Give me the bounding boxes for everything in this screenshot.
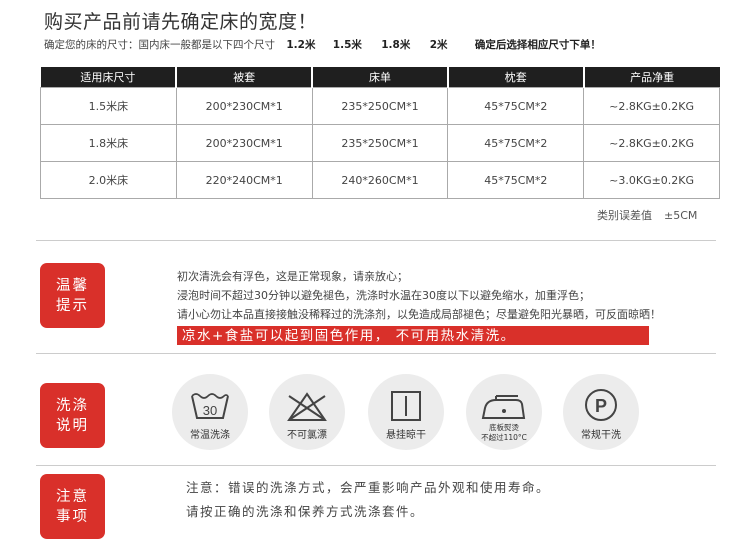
badge-line: 说明 (56, 417, 89, 434)
caution-badge: 注意 事项 (40, 474, 105, 539)
icon-label: 不超过110°C (481, 433, 527, 442)
table-cell: 2.0米床 (40, 161, 177, 199)
size-table: 适用床尺寸 被套 床单 枕套 产品净重 1.5米床 200*230CM*1 23… (40, 67, 720, 199)
table-header-cell: 被套 (175, 67, 313, 88)
table-cell: 235*250CM*1 (311, 87, 449, 125)
size-intro: 确定您的床的尺寸：国内床一般都是以下四个尺寸 1.2米 1.5米 1.8米 2米… (44, 37, 601, 52)
icon-label: 悬挂晾干 (386, 430, 426, 441)
size-option: 1.8米 (381, 39, 411, 51)
note-line: 浸泡时间不超过30分钟以避免褪色，洗涤时水温在30度以下以避免缩水，加重浮色； (177, 289, 590, 302)
size-option: 1.2米 (286, 39, 316, 51)
reminder-badge: 温馨 提示 (40, 263, 105, 328)
tolerance-value: ±5CM (664, 209, 698, 222)
tolerance-note: 类别误差值 ±5CM (597, 207, 697, 223)
hang-dry-icon: 悬挂晾干 (368, 374, 444, 450)
table-cell: 240*260CM*1 (311, 161, 449, 199)
table-cell: 220*240CM*1 (175, 161, 313, 199)
table-cell: 200*230CM*1 (175, 124, 313, 162)
table-row: 1.5米床 200*230CM*1 235*250CM*1 45*75CM*2 … (40, 87, 720, 125)
table-header-cell: 枕套 (446, 67, 584, 88)
icon-label: 常温洗涤 (190, 430, 230, 441)
table-cell: 45*75CM*2 (447, 124, 585, 162)
table-cell: 45*75CM*2 (447, 161, 585, 199)
size-option: 2米 (429, 39, 448, 51)
badge-line: 事项 (56, 508, 89, 525)
highlight-banner: 凉水+食盐可以起到固色作用， 不可用热水清洗。 (177, 326, 649, 345)
icon-label: 不可氯漂 (287, 430, 327, 441)
dry-clean-letter: P (595, 396, 607, 416)
iron-icon: 底板熨烫 不超过110°C (466, 374, 542, 450)
dry-clean-p-icon: P 常规干洗 (563, 374, 639, 450)
table-header-cell: 床单 (311, 67, 448, 88)
divider (36, 465, 716, 466)
wash-temp-text: 30 (203, 403, 217, 418)
table-cell: 200*230CM*1 (175, 87, 313, 125)
badge-line: 温馨 (56, 277, 89, 294)
size-tip: 确定后选择相应尺寸下单！ (474, 39, 601, 51)
divider (36, 353, 716, 354)
divider (36, 240, 716, 241)
badge-line: 提示 (56, 297, 89, 314)
table-cell: 45*75CM*2 (447, 87, 585, 125)
caution-text: 注意：错误的洗涤方式，会严重影响产品外观和使用寿命。 请按正确的洗涤和保养方式洗… (186, 476, 550, 524)
table-header-cell: 产品净重 (582, 67, 720, 88)
note-line: 请小心勿让本品直接接触没稀释过的洗涤剂，以免造成局部褪色；尽量避免阳光暴晒，可反… (177, 308, 661, 321)
note-line: 初次清洗会有浮色，这是正常现象，请亲放心； (177, 270, 408, 283)
table-cell: ~2.8KG±0.2KG (583, 124, 720, 162)
table-row: 2.0米床 220*240CM*1 240*260CM*1 45*75CM*2 … (40, 161, 720, 199)
table-header-cell: 适用床尺寸 (40, 67, 177, 88)
table-header-row: 适用床尺寸 被套 床单 枕套 产品净重 (40, 67, 720, 88)
no-bleach-icon: 不可氯漂 (269, 374, 345, 450)
table-cell: 1.8米床 (40, 124, 177, 162)
icon-label: 常规干洗 (581, 430, 621, 441)
caution-line: 注意：错误的洗涤方式，会严重影响产品外观和使用寿命。 (186, 480, 551, 495)
page-title: 购买产品前请先确定床的宽度！ (44, 11, 318, 33)
caution-line: 请按正确的洗涤和保养方式洗涤套件。 (186, 504, 425, 519)
wash-30-icon: 30 常温洗涤 (172, 374, 248, 450)
size-option: 1.5米 (332, 39, 362, 51)
intro-text: 确定您的床的尺寸：国内床一般都是以下四个尺寸 (44, 39, 275, 51)
care-notes: 初次清洗会有浮色，这是正常现象，请亲放心； 浸泡时间不超过30分钟以避免褪色，洗… (177, 267, 661, 324)
table-row: 1.8米床 200*230CM*1 235*250CM*1 45*75CM*2 … (40, 124, 720, 162)
table-cell: ~3.0KG±0.2KG (583, 161, 720, 199)
table-cell: 1.5米床 (40, 87, 177, 125)
badge-line: 洗涤 (56, 397, 89, 414)
badge-line: 注意 (56, 488, 89, 505)
table-cell: ~2.8KG±0.2KG (583, 87, 720, 125)
table-cell: 235*250CM*1 (311, 124, 449, 162)
tolerance-label: 类别误差值 (597, 209, 652, 222)
washing-badge: 洗涤 说明 (40, 383, 105, 448)
